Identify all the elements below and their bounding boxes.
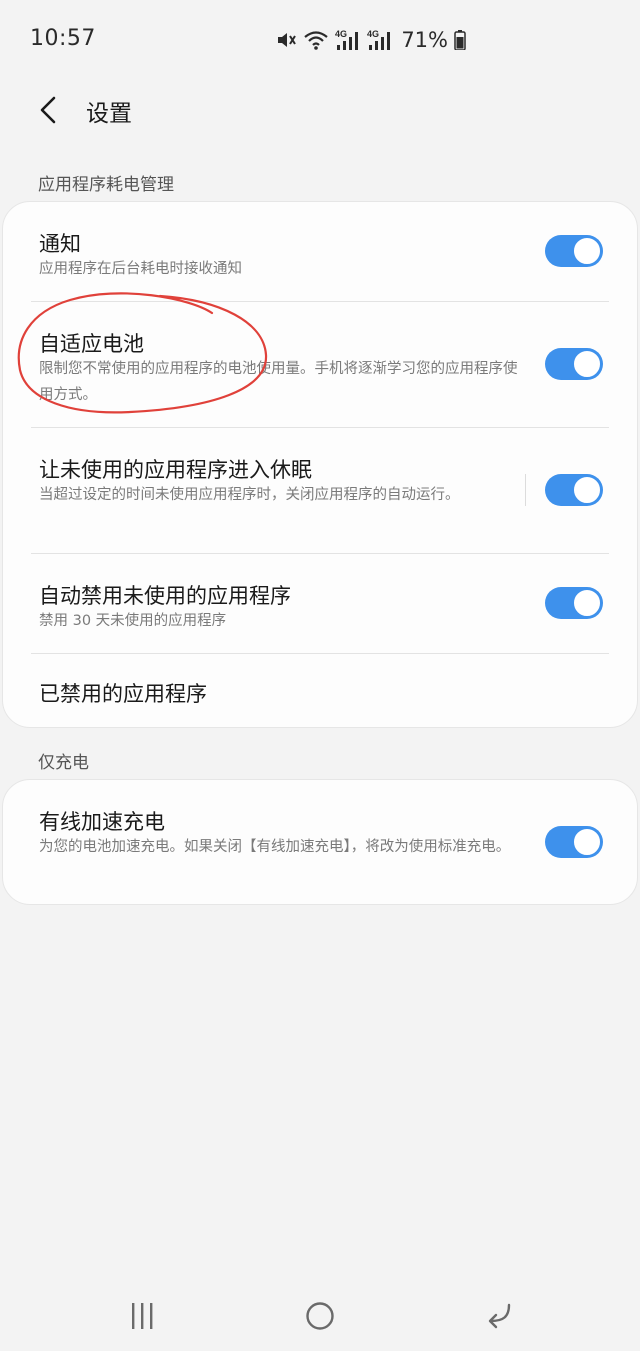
setting-row-notifications[interactable]: 通知 应用程序在后台耗电时接收通知 — [3, 202, 637, 302]
toggle-knob — [572, 349, 602, 379]
setting-row-fast-wired-charging[interactable]: 有线加速充电 为您的电池加速充电。如果关闭【有线加速充电】，将改为使用标准充电。 — [3, 780, 637, 904]
charging-card: 有线加速充电 为您的电池加速充电。如果关闭【有线加速充电】，将改为使用标准充电。 — [2, 779, 638, 905]
network-label-1: 4G — [335, 29, 347, 39]
section-header-charging: 仅充电 — [38, 753, 89, 773]
sleep-unused-apps-toggle[interactable] — [545, 474, 603, 506]
setting-title: 自动禁用未使用的应用程序 — [39, 584, 291, 608]
setting-row-adaptive-battery[interactable]: 自适应电池 限制您不常使用的应用程序的电池使用量。手机将逐渐学习您的应用程序使用… — [3, 302, 637, 428]
auto-disable-apps-toggle[interactable] — [545, 587, 603, 619]
4g-signal-icon: 4G — [335, 29, 359, 50]
setting-title: 有线加速充电 — [39, 810, 165, 834]
setting-row-auto-disable-apps[interactable]: 自动禁用未使用的应用程序 禁用 30 天未使用的应用程序 — [3, 554, 637, 654]
mute-icon — [278, 33, 297, 47]
setting-description: 当超过设定的时间未使用应用程序时，关闭应用程序的自动运行。 — [39, 487, 460, 503]
toggle-knob — [572, 475, 602, 505]
setting-title: 自适应电池 — [39, 332, 144, 356]
battery-icon — [454, 30, 466, 50]
setting-title: 通知 — [39, 232, 81, 256]
setting-description: 应用程序在后台耗电时接收通知 — [39, 261, 242, 277]
4g-signal-icon: 4G — [367, 29, 391, 50]
home-icon — [306, 1302, 334, 1330]
status-icons: 4G 4G 71% — [275, 26, 466, 54]
toggle-knob — [572, 588, 602, 618]
notifications-toggle[interactable] — [545, 235, 603, 267]
chevron-left-icon — [40, 96, 56, 124]
wifi-icon — [304, 31, 329, 50]
setting-title: 让未使用的应用程序进入休眠 — [39, 458, 312, 482]
app-header: 设置 — [0, 80, 640, 140]
navigation-bar — [0, 1280, 640, 1351]
section-header-power-management: 应用程序耗电管理 — [38, 175, 174, 195]
home-button[interactable] — [300, 1300, 340, 1332]
setting-description: 禁用 30 天未使用的应用程序 — [39, 613, 227, 629]
back-icon — [488, 1303, 511, 1329]
setting-title: 已禁用的应用程序 — [39, 682, 207, 706]
network-label-2: 4G — [367, 29, 379, 39]
adaptive-battery-toggle[interactable] — [545, 348, 603, 380]
status-bar: 10:57 4G 4G 71% — [0, 0, 640, 80]
setting-row-sleep-unused-apps[interactable]: 让未使用的应用程序进入休眠 当超过设定的时间未使用应用程序时，关闭应用程序的自动… — [3, 428, 637, 554]
recent-apps-button[interactable] — [122, 1300, 162, 1332]
setting-row-disabled-apps[interactable]: 已禁用的应用程序 — [3, 654, 637, 727]
recent-apps-icon — [132, 1303, 153, 1329]
vertical-separator — [525, 474, 526, 506]
status-time: 10:57 — [30, 26, 96, 51]
setting-description: 为您的电池加速充电。如果关闭【有线加速充电】，将改为使用标准充电。 — [39, 839, 511, 855]
nav-back-button[interactable] — [478, 1300, 518, 1332]
toggle-knob — [572, 827, 602, 857]
screen: 10:57 4G 4G 71% 设置 应用程序耗电管理 通知 应用程序在后台耗电… — [0, 0, 640, 1351]
toggle-knob — [572, 236, 602, 266]
setting-description: 限制您不常使用的应用程序的电池使用量。手机将逐渐学习您的应用程序使用方式。 — [39, 361, 518, 403]
page-title: 设置 — [86, 101, 132, 127]
fast-wired-charging-toggle[interactable] — [545, 826, 603, 858]
back-button[interactable] — [30, 92, 66, 128]
battery-percent: 71% — [401, 28, 448, 52]
power-management-card: 通知 应用程序在后台耗电时接收通知 自适应电池 限制您不常使用的应用程序的电池使… — [2, 201, 638, 728]
